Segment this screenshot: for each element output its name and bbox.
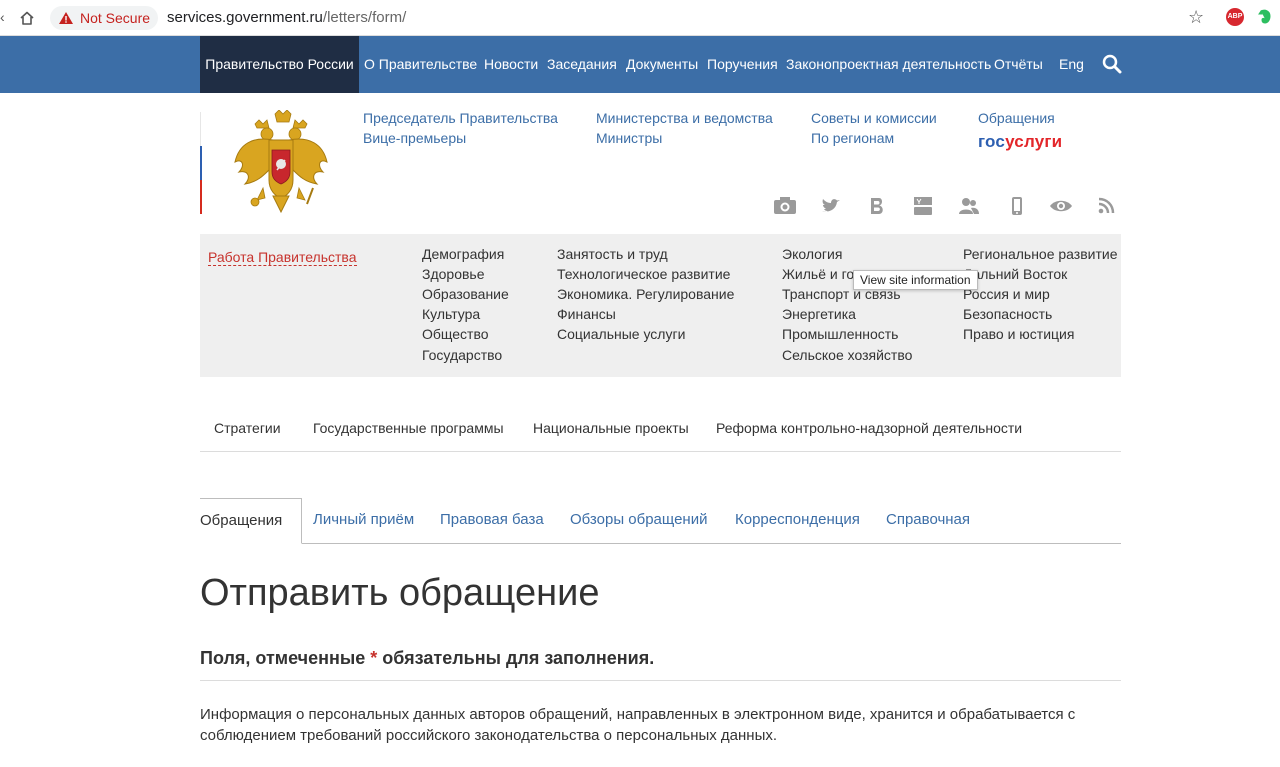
address-bar[interactable]: services.government.ru/letters/form/	[167, 8, 406, 28]
link-ministries[interactable]: Министерства и ведомства	[596, 109, 773, 127]
topic-social-services[interactable]: Социальные услуги	[557, 325, 685, 343]
nav-about[interactable]: О Правительстве	[364, 36, 477, 93]
coat-of-arms-emblem[interactable]	[233, 110, 329, 214]
required-note-start: Поля, отмеченные	[200, 648, 371, 668]
youtube-icon[interactable]	[911, 196, 935, 216]
topic-ecology[interactable]: Экология	[782, 245, 842, 263]
search-icon[interactable]	[1102, 54, 1122, 74]
required-fields-note: Поля, отмеченные * обязательны для запол…	[200, 647, 654, 669]
rss-icon[interactable]	[1095, 196, 1119, 216]
adblock-icon[interactable]: ABP	[1226, 8, 1244, 26]
tabs-divider	[200, 543, 1121, 544]
home-icon[interactable]	[18, 9, 36, 27]
url-host: services.government.ru	[167, 9, 323, 26]
flag-stripe	[200, 112, 202, 214]
twitter-icon[interactable]	[819, 196, 843, 216]
tab-personal-reception[interactable]: Личный приём	[313, 511, 414, 529]
tab-legal-base[interactable]: Правовая база	[440, 511, 544, 529]
url-path: /letters/form/	[322, 9, 407, 26]
page-title: Отправить обращение	[200, 572, 600, 614]
nav-news[interactable]: Новости	[484, 36, 538, 93]
topic-state[interactable]: Государство	[422, 346, 502, 364]
topic-industry[interactable]: Промышленность	[782, 325, 898, 343]
browser-toolbar: ‹ Not Secure services.government.ru/lett…	[0, 0, 1280, 36]
tab-appeals-reviews[interactable]: Обзоры обращений	[570, 511, 707, 529]
link-chairman[interactable]: Председатель Правительства	[363, 109, 558, 127]
subnav-state-programs[interactable]: Государственные программы	[313, 419, 504, 437]
subnav-control-reform[interactable]: Реформа контрольно-надзорной деятельност…	[716, 419, 1022, 437]
link-vice-premiers[interactable]: Вице-премьеры	[363, 129, 466, 147]
topic-far-east[interactable]: Дальний Восток	[963, 265, 1067, 283]
topic-law-justice[interactable]: Право и юстиция	[963, 325, 1074, 343]
subnav-strategies[interactable]: Стратегии	[214, 419, 281, 437]
topic-demography[interactable]: Демография	[422, 245, 504, 263]
link-regions[interactable]: По регионам	[811, 129, 894, 147]
personal-data-info: Информация о персональных данных авторов…	[200, 706, 1076, 744]
topic-health[interactable]: Здоровье	[422, 265, 485, 283]
topic-education[interactable]: Образование	[422, 285, 509, 303]
gosuslugi-part-a: гос	[978, 132, 1006, 151]
subnav-divider	[200, 451, 1121, 452]
mobile-icon[interactable]	[1005, 196, 1029, 216]
topic-culture[interactable]: Культура	[422, 305, 480, 323]
topic-employment[interactable]: Занятость и труд	[557, 245, 668, 263]
nav-english[interactable]: Eng	[1059, 36, 1084, 93]
subnav-national-projects[interactable]: Национальные проекты	[533, 419, 689, 437]
tab-appeals[interactable]: Обращения	[200, 498, 302, 544]
not-secure-label[interactable]: Not Secure	[80, 9, 150, 27]
content-divider	[200, 680, 1121, 681]
evernote-icon[interactable]	[1256, 8, 1274, 26]
nav-instructions[interactable]: Поручения	[707, 36, 778, 93]
gosuslugi-logo[interactable]: госуслуги	[978, 132, 1062, 152]
link-government-work[interactable]: Работа Правительства	[208, 249, 357, 266]
tab-correspondence[interactable]: Корреспонденция	[735, 511, 860, 529]
topic-agriculture[interactable]: Сельское хозяйство	[782, 346, 912, 364]
nav-government-home[interactable]: Правительство России	[200, 36, 359, 93]
tab-reference[interactable]: Справочная	[886, 511, 970, 529]
topic-security[interactable]: Безопасность	[963, 305, 1052, 323]
topic-economy[interactable]: Экономика. Регулирование	[557, 285, 734, 303]
link-ministers[interactable]: Министры	[596, 129, 662, 147]
back-icon[interactable]: ‹	[0, 8, 6, 26]
topic-finance[interactable]: Финансы	[557, 305, 616, 323]
link-appeals[interactable]: Обращения	[978, 109, 1055, 127]
users-icon[interactable]	[957, 196, 981, 216]
site-info-tooltip: View site information	[853, 270, 978, 290]
nav-reports[interactable]: Отчёты	[994, 36, 1043, 93]
vk-icon[interactable]	[865, 196, 889, 216]
required-note-end: обязательны для заполнения.	[377, 648, 655, 668]
topic-energy[interactable]: Энергетика	[782, 305, 856, 323]
nav-documents[interactable]: Документы	[626, 36, 698, 93]
bookmark-star-icon[interactable]: ☆	[1188, 7, 1206, 27]
gosuslugi-part-b: услуги	[1005, 132, 1063, 151]
camera-icon[interactable]	[773, 196, 797, 216]
topic-society[interactable]: Общество	[422, 325, 489, 343]
topic-tech-development[interactable]: Технологическое развитие	[557, 265, 730, 283]
main-nav: Правительство России О Правительстве Нов…	[0, 36, 1280, 93]
link-councils[interactable]: Советы и комиссии	[811, 109, 937, 127]
warning-icon[interactable]	[58, 10, 74, 26]
eye-icon[interactable]	[1049, 196, 1073, 216]
nav-legislation[interactable]: Законопроектная деятельность	[786, 36, 991, 93]
nav-meetings[interactable]: Заседания	[547, 36, 617, 93]
topic-regional-development[interactable]: Региональное развитие	[963, 245, 1118, 263]
topic-housing[interactable]: Жильё и го	[782, 265, 854, 283]
